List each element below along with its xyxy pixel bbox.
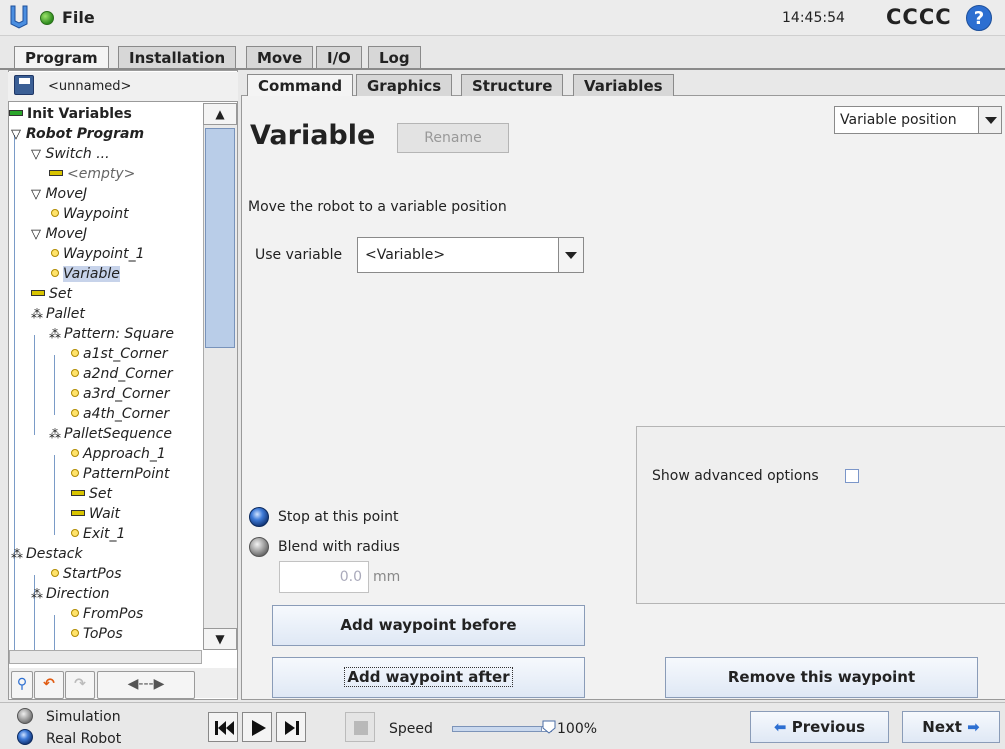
clock: 14:45:54 <box>782 10 845 26</box>
blend-radius-unit: mm <box>373 569 401 585</box>
save-icon[interactable] <box>14 75 34 95</box>
tree-item[interactable]: a1st_Corner <box>71 345 168 363</box>
tab-program[interactable]: Program <box>14 46 109 68</box>
scroll-up-icon[interactable]: ▲ <box>203 103 237 125</box>
step-icon[interactable] <box>276 712 306 742</box>
tree-item[interactable]: a4th_Corner <box>71 405 169 423</box>
scroll-thumb[interactable] <box>205 128 235 348</box>
file-menu[interactable]: File <box>62 8 95 27</box>
previous-button[interactable]: ⬅ Previous <box>750 711 889 743</box>
tree-item-selected[interactable]: Variable <box>51 265 120 283</box>
undo-icon[interactable]: ↶ <box>34 671 64 699</box>
arrow-right-icon: ➡ <box>967 718 980 736</box>
simulation-label: Simulation <box>46 709 121 725</box>
next-button[interactable]: Next ➡ <box>902 711 1000 743</box>
tab-log[interactable]: Log <box>368 46 421 68</box>
page-title: Variable <box>250 120 376 151</box>
tree-item[interactable]: ⁂ Direction <box>31 585 110 603</box>
tree-item[interactable]: ToPos <box>71 625 123 643</box>
tree-item[interactable]: ⁂ PalletSequence <box>49 425 172 443</box>
search-icon[interactable]: ⚲ <box>11 671 33 699</box>
tree-item[interactable]: ▽ MoveJ <box>31 225 87 244</box>
tab-io[interactable]: I/O <box>316 46 362 68</box>
command-description: Move the robot to a variable position <box>248 199 507 215</box>
advanced-options-label: Show advanced options <box>652 468 819 484</box>
tree-item[interactable]: Wait <box>71 505 120 523</box>
help-icon[interactable]: ? <box>966 5 992 31</box>
previous-label: Previous <box>791 718 866 736</box>
add-waypoint-after-button[interactable]: Add waypoint after <box>272 657 585 698</box>
tree-item[interactable]: ▽ Switch ... <box>31 145 110 164</box>
use-variable-label: Use variable <box>255 247 343 263</box>
tab-move[interactable]: Move <box>246 46 314 68</box>
tree-item[interactable]: ⁂ Pallet <box>31 305 85 323</box>
tree-toolbar: ⚲ ↶ ↷ ◀---▶ <box>9 668 237 699</box>
tree-item[interactable]: a2nd_Corner <box>71 365 173 383</box>
stop-icon[interactable] <box>345 712 375 742</box>
tab-command[interactable]: Command <box>247 74 354 96</box>
stop-label: Stop at this point <box>278 509 399 525</box>
tree-item[interactable]: Set <box>31 285 72 303</box>
tree-item[interactable]: StartPos <box>51 565 122 583</box>
tree-item[interactable]: ▽ Robot Program <box>11 125 144 144</box>
tab-variables[interactable]: Variables <box>573 74 674 96</box>
tab-installation[interactable]: Installation <box>118 46 237 68</box>
advanced-options-box <box>636 426 1005 604</box>
speed-slider-handle[interactable] <box>542 720 556 734</box>
add-waypoint-after-label: Add waypoint after <box>344 667 513 687</box>
tree-item[interactable]: <empty> <box>49 165 135 183</box>
redo-icon[interactable]: ↷ <box>65 671 95 699</box>
tree-item[interactable]: Set <box>71 485 112 503</box>
remove-waypoint-button[interactable]: Remove this waypoint <box>665 657 978 698</box>
skip-back-icon[interactable] <box>208 712 238 742</box>
scroll-down-icon[interactable]: ▼ <box>203 628 237 650</box>
next-label: Next <box>922 718 962 736</box>
speed-label: Speed <box>389 721 433 737</box>
real-robot-label: Real Robot <box>46 731 122 747</box>
program-name: <unnamed> <box>48 79 132 94</box>
tree-item[interactable]: Waypoint <box>51 205 129 223</box>
blend-label: Blend with radius <box>278 539 400 555</box>
tree-item[interactable]: Waypoint_1 <box>51 245 145 263</box>
program-tree[interactable]: Init Variables ▽ Robot Program ▽ Switch … <box>9 103 202 650</box>
tree-item[interactable]: Init Variables <box>9 105 132 123</box>
tree-item[interactable]: ⁂ Destack <box>11 545 83 563</box>
real-robot-radio[interactable] <box>17 729 33 745</box>
tree-item[interactable]: ⁂ Pattern: Square <box>49 325 174 343</box>
tree-item[interactable]: Approach_1 <box>71 445 166 463</box>
stop-radio[interactable] <box>249 507 269 527</box>
tab-structure[interactable]: Structure <box>461 74 564 96</box>
blend-radius-input[interactable]: 0.0 <box>279 561 369 593</box>
robot-name: CCCC <box>886 5 952 29</box>
move-node-icon[interactable]: ◀---▶ <box>97 671 195 699</box>
tree-item[interactable]: PatternPoint <box>71 465 170 483</box>
arrow-left-icon: ⬅ <box>773 718 787 736</box>
chevron-down-icon[interactable] <box>558 238 583 272</box>
top-bar <box>0 0 1005 36</box>
add-waypoint-before-button[interactable]: Add waypoint before <box>272 605 585 646</box>
tree-item[interactable]: ▽ MoveJ <box>31 185 87 204</box>
simulation-radio[interactable] <box>17 708 33 724</box>
waypoint-type-select[interactable]: Variable position <box>834 106 1002 134</box>
chevron-down-icon[interactable] <box>978 107 1001 133</box>
tree-item[interactable]: FromPos <box>71 605 143 623</box>
tree-item[interactable]: a3rd_Corner <box>71 385 169 403</box>
blend-radio[interactable] <box>249 537 269 557</box>
rename-button[interactable]: Rename <box>397 123 509 153</box>
ur-logo-icon <box>10 5 28 29</box>
advanced-options-checkbox[interactable] <box>845 469 859 483</box>
tree-hscrollbar[interactable] <box>9 650 202 664</box>
tab-graphics[interactable]: Graphics <box>356 74 453 96</box>
speed-value: 100% <box>557 721 598 737</box>
variable-select[interactable]: <Variable> <box>357 237 584 273</box>
tree-item[interactable]: Exit_1 <box>71 525 125 543</box>
robot-status-icon <box>40 11 54 25</box>
play-icon[interactable] <box>242 712 272 742</box>
speed-slider-fill <box>452 726 542 732</box>
